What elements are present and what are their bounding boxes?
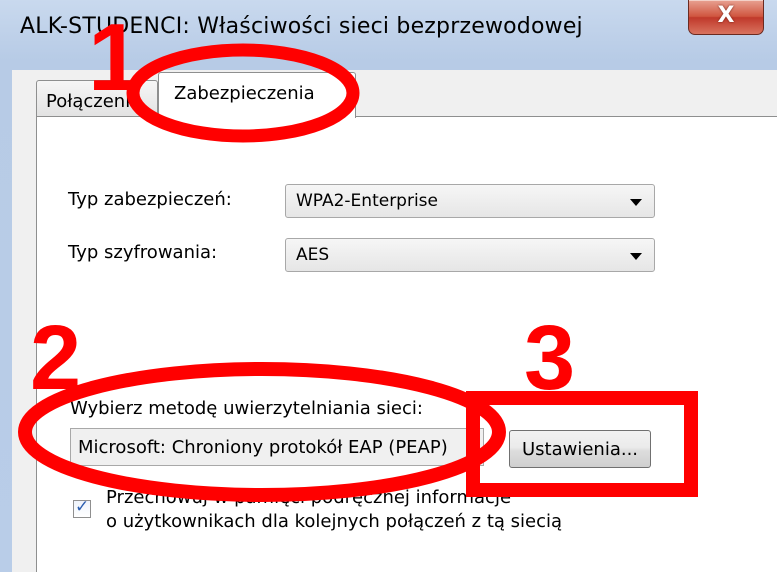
checkmark-icon: ✓ — [75, 497, 90, 517]
security-type-select[interactable]: WPA2-Enterprise — [285, 184, 655, 218]
remember-credentials-label: Przechowuj w pamięci podręcznej informac… — [106, 486, 562, 534]
dropdown-arrow-icon — [630, 199, 642, 206]
auth-method-select[interactable]: Microsoft: Chroniony protokół EAP (PEAP) — [70, 428, 484, 466]
remember-label-line1: Przechowuj w pamięci podręcznej informac… — [106, 487, 512, 508]
encryption-type-label: Typ szyfrowania: — [68, 242, 218, 263]
encryption-type-select[interactable]: AES — [285, 238, 655, 272]
close-button[interactable]: X — [688, 0, 764, 35]
settings-button[interactable]: Ustawienia... — [509, 430, 651, 468]
tab-security-label: Zabezpieczenia — [174, 83, 315, 104]
remember-label-line2: o użytkownikach dla kolejnych połączeń z… — [106, 511, 563, 532]
auth-method-value: Microsoft: Chroniony protokół EAP (PEAP) — [78, 437, 448, 458]
encryption-type-value: AES — [296, 245, 330, 265]
security-type-label: Typ zabezpieczeń: — [68, 189, 232, 210]
dialog-window: ALK-STUDENCI: Właściwości sieci bezprzew… — [0, 0, 777, 572]
annotation-step-1: 1 — [88, 4, 142, 111]
security-type-value: WPA2-Enterprise — [296, 191, 439, 211]
annotation-step-3: 3 — [524, 307, 576, 409]
close-icon: X — [717, 3, 735, 28]
tab-security[interactable]: Zabezpieczenia — [158, 72, 356, 118]
auth-method-label: Wybierz metodę uwierzytelniania sieci: — [70, 398, 423, 419]
annotation-step-2: 2 — [30, 307, 82, 409]
dropdown-arrow-icon — [630, 253, 642, 260]
remember-credentials-checkbox[interactable]: ✓ — [73, 497, 91, 518]
